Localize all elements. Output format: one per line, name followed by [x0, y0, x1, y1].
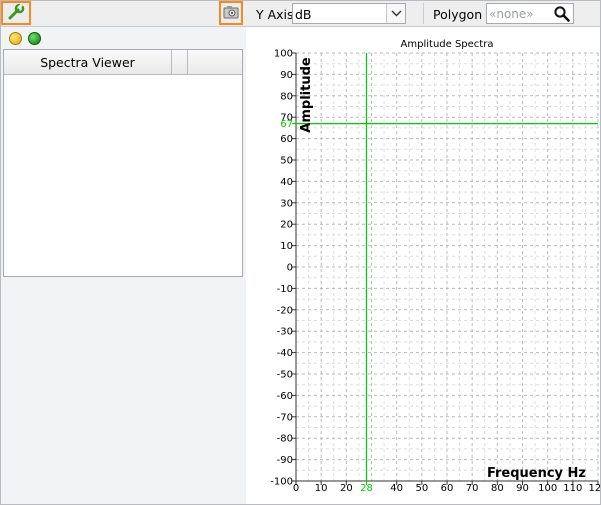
y-tick-label: 67 [280, 119, 293, 130]
yaxis-label: Y Axis [256, 7, 294, 22]
y-tick-label: 90 [280, 70, 293, 81]
y-tick-label: -90 [277, 455, 293, 466]
y-tick-label: -80 [277, 434, 293, 445]
y-tick-label: 0 [287, 263, 293, 274]
spectra-app-window: Y Axis dB Polygon «none» Spectra Viewer [0, 0, 601, 505]
x-tick-label: 40 [390, 483, 403, 494]
table-header: Spectra Viewer [4, 50, 242, 75]
x-tick-label: 100 [538, 483, 557, 494]
x-tick-label: 80 [491, 483, 504, 494]
column-header-2[interactable] [172, 50, 188, 74]
amplitude-spectra-chart[interactable]: 100908070676050403020100-10-20-30-40-50-… [246, 27, 600, 504]
snapshot-button[interactable] [219, 1, 243, 25]
camera-icon [223, 5, 239, 22]
chevron-down-icon[interactable] [386, 4, 405, 23]
spectra-table[interactable]: Spectra Viewer [3, 49, 243, 277]
status-dot-green-icon [28, 32, 41, 45]
y-axis-label: Amplitude [299, 57, 314, 133]
y-tick-label: -60 [277, 391, 293, 402]
y-tick-label: 30 [280, 198, 293, 209]
x-tick-label: 120 [588, 483, 600, 494]
polygon-placeholder: «none» [489, 7, 534, 21]
yaxis-unit-value: dB [295, 7, 312, 22]
x-tick-label: 10 [315, 483, 328, 494]
y-tick-label: -50 [277, 370, 293, 381]
settings-button[interactable] [1, 1, 31, 25]
y-tick-label: 50 [280, 156, 293, 167]
y-tick-label: -10 [277, 284, 293, 295]
column-header-3[interactable] [188, 50, 242, 74]
y-tick-label: 100 [274, 49, 293, 60]
toolbar: Y Axis dB Polygon «none» [1, 1, 600, 27]
polygon-input[interactable]: «none» [486, 3, 574, 24]
left-panel: Spectra Viewer [1, 27, 246, 504]
y-tick-label: 60 [280, 134, 293, 145]
y-tick-label: -70 [277, 412, 293, 423]
status-dot-yellow-icon [9, 32, 22, 45]
wrench-icon [7, 3, 25, 24]
y-tick-label: -20 [277, 305, 293, 316]
x-axis-label: Frequency Hz [487, 466, 586, 481]
y-tick-label: -30 [277, 327, 293, 338]
chart-title: Amplitude Spectra [401, 39, 494, 50]
y-tick-label: 20 [280, 220, 293, 231]
y-tick-label: -100 [270, 477, 293, 488]
x-tick-label: 90 [516, 483, 529, 494]
x-tick-label: 60 [441, 483, 454, 494]
chart-area[interactable]: 100 90 80 70 67 60 50 40 30 20 10 0 -10 -20 -30 -40 -50-… [246, 27, 600, 504]
yaxis-unit-select[interactable]: dB [292, 3, 406, 24]
x-tick-label: 50 [415, 483, 428, 494]
x-tick-label: 0 [293, 483, 299, 494]
x-tick-label: 20 [340, 483, 353, 494]
y-tick-label: 10 [280, 241, 293, 252]
y-tick-label: -40 [277, 348, 293, 359]
polygon-label: Polygon [433, 7, 483, 22]
toolbar-separator [423, 3, 424, 24]
x-tick-label: 70 [466, 483, 479, 494]
y-tick-label: 40 [280, 177, 293, 188]
column-header-spectra-viewer[interactable]: Spectra Viewer [4, 50, 172, 74]
x-tick-label: 28 [360, 483, 373, 494]
search-icon[interactable] [553, 5, 571, 22]
y-tick-label: 80 [280, 91, 293, 102]
x-tick-label: 110 [563, 483, 582, 494]
